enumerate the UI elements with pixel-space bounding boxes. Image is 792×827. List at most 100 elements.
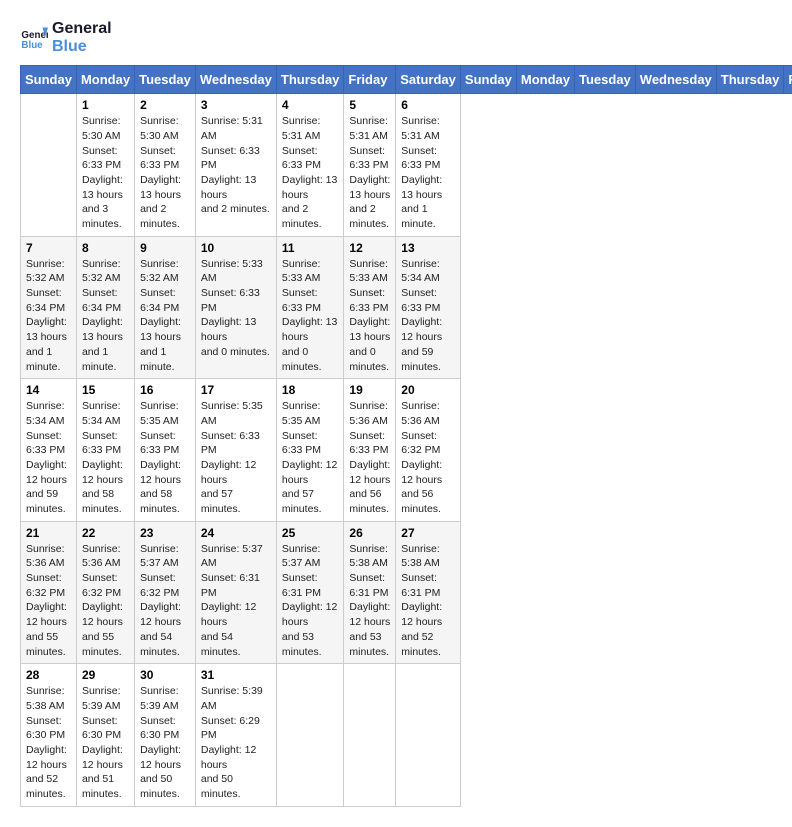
col-header-friday: Friday xyxy=(784,66,792,94)
day-number: 18 xyxy=(282,383,339,397)
day-number: 22 xyxy=(82,526,129,540)
day-number: 4 xyxy=(282,98,339,112)
header-tuesday: Tuesday xyxy=(135,66,196,94)
day-cell: 4 Sunrise: 5:31 AMSunset: 6:33 PMDaylight… xyxy=(276,94,344,237)
header-saturday: Saturday xyxy=(396,66,461,94)
day-number: 23 xyxy=(140,526,190,540)
general-blue-logo-icon: General Blue xyxy=(20,24,48,52)
day-number: 31 xyxy=(201,668,271,682)
day-number: 10 xyxy=(201,241,271,255)
col-header-tuesday: Tuesday xyxy=(575,66,636,94)
day-cell: 20Sunrise: 5:36 AMSunset: 6:32 PMDayligh… xyxy=(396,379,461,522)
week-row-2: 7Sunrise: 5:32 AMSunset: 6:34 PMDaylight… xyxy=(21,236,792,379)
col-header-wednesday: Wednesday xyxy=(635,66,716,94)
day-info: Sunrise: 5:34 AMSunset: 6:33 PMDaylight:… xyxy=(401,257,455,375)
day-number: 1 xyxy=(82,98,129,112)
day-number: 15 xyxy=(82,383,129,397)
day-number: 11 xyxy=(282,241,339,255)
day-info: Sunrise: 5:30 AMSunset: 6:33 PMDaylight:… xyxy=(140,114,190,232)
day-number: 28 xyxy=(26,668,71,682)
day-number: 12 xyxy=(349,241,390,255)
day-number: 19 xyxy=(349,383,390,397)
day-info: Sunrise: 5:38 AMSunset: 6:31 PMDaylight:… xyxy=(401,542,455,660)
day-cell: 29 Sunrise: 5:39 AMSunset: 6:30 PMDayligh… xyxy=(76,664,134,807)
day-cell: 10Sunrise: 5:33 AMSunset: 6:33 PMDayligh… xyxy=(195,236,276,379)
day-info: Sunrise: 5:39 AMSunset: 6:30 PMDaylight:… xyxy=(82,684,129,802)
day-cell xyxy=(396,664,461,807)
day-cell: 30 Sunrise: 5:39 AMSunset: 6:30 PMDayligh… xyxy=(135,664,196,807)
day-cell: 14 Sunrise: 5:34 AMSunset: 6:33 PMDayligh… xyxy=(21,379,77,522)
day-cell: 16Sunrise: 5:35 AMSunset: 6:33 PMDayligh… xyxy=(135,379,196,522)
day-cell: 24 Sunrise: 5:37 AMSunset: 6:31 PMDayligh… xyxy=(195,521,276,664)
day-number: 3 xyxy=(201,98,271,112)
day-cell: 1Sunrise: 5:30 AMSunset: 6:33 PMDaylight… xyxy=(76,94,134,237)
day-info: Sunrise: 5:31 AMSunset: 6:33 PMDaylight:… xyxy=(201,114,271,217)
week-row-1: 1 Sunrise: 5:30 AMSunset: 6:33 PMDaylight… xyxy=(21,94,792,237)
day-number: 20 xyxy=(401,383,455,397)
day-cell: 5 Sunrise: 5:31 AMSunset: 6:33 PMDaylight… xyxy=(344,94,396,237)
day-info: Sunrise: 5:36 AMSunset: 6:32 PMDaylight:… xyxy=(82,542,129,660)
day-number: 24 xyxy=(201,526,271,540)
day-info: Sunrise: 5:39 AMSunset: 6:30 PMDaylight:… xyxy=(140,684,190,802)
day-info: Sunrise: 5:31 AMSunset: 6:33 PMDaylight:… xyxy=(349,114,390,232)
day-cell: 8Sunrise: 5:32 AMSunset: 6:34 PMDaylight… xyxy=(76,236,134,379)
week-row-5: 28 Sunrise: 5:38 AMSunset: 6:30 PMDayligh… xyxy=(21,664,792,807)
header-thursday: Thursday xyxy=(276,66,344,94)
day-cell: 19 Sunrise: 5:36 AMSunset: 6:33 PMDayligh… xyxy=(344,379,396,522)
day-cell xyxy=(344,664,396,807)
day-info: Sunrise: 5:33 AMSunset: 6:33 PMDaylight:… xyxy=(282,257,339,375)
day-number: 2 xyxy=(140,98,190,112)
week-row-3: 14 Sunrise: 5:34 AMSunset: 6:33 PMDayligh… xyxy=(21,379,792,522)
day-info: Sunrise: 5:36 AMSunset: 6:32 PMDaylight:… xyxy=(26,542,71,660)
day-number: 14 xyxy=(26,383,71,397)
day-info: Sunrise: 5:38 AMSunset: 6:31 PMDaylight:… xyxy=(349,542,390,660)
day-info: Sunrise: 5:37 AMSunset: 6:31 PMDaylight:… xyxy=(201,542,271,660)
day-number: 6 xyxy=(401,98,455,112)
day-cell: 15 Sunrise: 5:34 AMSunset: 6:33 PMDayligh… xyxy=(76,379,134,522)
day-cell: 13Sunrise: 5:34 AMSunset: 6:33 PMDayligh… xyxy=(396,236,461,379)
day-cell: 7Sunrise: 5:32 AMSunset: 6:34 PMDaylight… xyxy=(21,236,77,379)
day-cell: 26 Sunrise: 5:38 AMSunset: 6:31 PMDayligh… xyxy=(344,521,396,664)
day-cell: 28 Sunrise: 5:38 AMSunset: 6:30 PMDayligh… xyxy=(21,664,77,807)
day-number: 26 xyxy=(349,526,390,540)
day-info: Sunrise: 5:31 AMSunset: 6:33 PMDaylight:… xyxy=(282,114,339,232)
day-number: 9 xyxy=(140,241,190,255)
day-cell xyxy=(276,664,344,807)
day-number: 27 xyxy=(401,526,455,540)
day-number: 16 xyxy=(140,383,190,397)
page-header: General Blue GeneralBlue xyxy=(20,20,772,55)
day-cell: 18Sunrise: 5:35 AMSunset: 6:33 PMDayligh… xyxy=(276,379,344,522)
day-cell: 17Sunrise: 5:35 AMSunset: 6:33 PMDayligh… xyxy=(195,379,276,522)
col-header-monday: Monday xyxy=(516,66,574,94)
day-number: 29 xyxy=(82,668,129,682)
day-info: Sunrise: 5:37 AMSunset: 6:32 PMDaylight:… xyxy=(140,542,190,660)
day-cell: 21 Sunrise: 5:36 AMSunset: 6:32 PMDayligh… xyxy=(21,521,77,664)
svg-text:Blue: Blue xyxy=(21,39,43,50)
header-friday: Friday xyxy=(344,66,396,94)
calendar-header-row: SundayMondayTuesdayWednesdayThursdayFrid… xyxy=(21,66,792,94)
logo: General Blue GeneralBlue xyxy=(20,20,112,55)
day-info: Sunrise: 5:34 AMSunset: 6:33 PMDaylight:… xyxy=(26,399,71,517)
day-number: 30 xyxy=(140,668,190,682)
day-info: Sunrise: 5:37 AMSunset: 6:31 PMDaylight:… xyxy=(282,542,339,660)
day-info: Sunrise: 5:34 AMSunset: 6:33 PMDaylight:… xyxy=(82,399,129,517)
day-cell: 31 Sunrise: 5:39 AMSunset: 6:29 PMDayligh… xyxy=(195,664,276,807)
day-cell: 25 Sunrise: 5:37 AMSunset: 6:31 PMDayligh… xyxy=(276,521,344,664)
day-info: Sunrise: 5:35 AMSunset: 6:33 PMDaylight:… xyxy=(201,399,271,517)
week-row-4: 21 Sunrise: 5:36 AMSunset: 6:32 PMDayligh… xyxy=(21,521,792,664)
day-info: Sunrise: 5:36 AMSunset: 6:33 PMDaylight:… xyxy=(349,399,390,517)
col-header-thursday: Thursday xyxy=(716,66,784,94)
day-info: Sunrise: 5:38 AMSunset: 6:30 PMDaylight:… xyxy=(26,684,71,802)
calendar-table: SundayMondayTuesdayWednesdayThursdayFrid… xyxy=(20,65,792,807)
day-info: Sunrise: 5:39 AMSunset: 6:29 PMDaylight:… xyxy=(201,684,271,802)
day-info: Sunrise: 5:32 AMSunset: 6:34 PMDaylight:… xyxy=(26,257,71,375)
col-header-sunday: Sunday xyxy=(460,66,516,94)
day-cell: 27 Sunrise: 5:38 AMSunset: 6:31 PMDayligh… xyxy=(396,521,461,664)
day-number: 21 xyxy=(26,526,71,540)
day-number: 5 xyxy=(349,98,390,112)
day-number: 8 xyxy=(82,241,129,255)
day-number: 25 xyxy=(282,526,339,540)
day-info: Sunrise: 5:31 AMSunset: 6:33 PMDaylight:… xyxy=(401,114,455,232)
day-cell: 11 Sunrise: 5:33 AMSunset: 6:33 PMDayligh… xyxy=(276,236,344,379)
day-info: Sunrise: 5:33 AMSunset: 6:33 PMDaylight:… xyxy=(349,257,390,375)
